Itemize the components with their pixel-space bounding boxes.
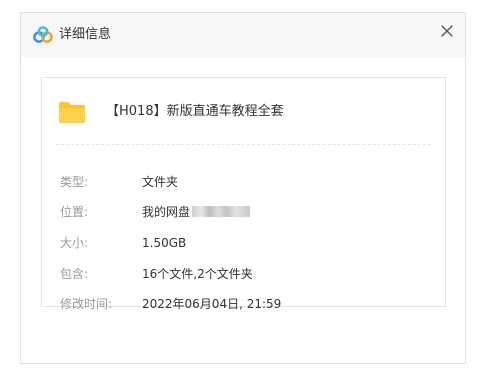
detail-row-contains: 包含: 16个文件,2个文件夹: [60, 264, 435, 284]
location-value: 我的网盘: [142, 202, 251, 222]
title-bar: 详细信息: [21, 13, 465, 57]
dialog-title: 详细信息: [59, 27, 112, 42]
divider: [56, 144, 431, 145]
type-label: 类型:: [60, 175, 89, 189]
redacted-path: [192, 206, 251, 217]
details-dialog: 详细信息 【H018】新版直通车教程全套 类型: 文件夹 位置: 我的网盘 大小…: [20, 12, 466, 364]
contains-label: 包含:: [60, 267, 89, 281]
modified-label: 修改时间:: [60, 297, 113, 311]
detail-row-modified: 修改时间: 2022年06月04日, 21:59: [60, 294, 435, 314]
close-icon[interactable]: [437, 21, 457, 41]
folder-icon: [59, 102, 85, 123]
contains-value: 16个文件,2个文件夹: [142, 267, 253, 281]
file-info-card: 【H018】新版直通车教程全套 类型: 文件夹 位置: 我的网盘 大小: 1.5…: [41, 77, 446, 311]
file-name: 【H018】新版直通车教程全套: [106, 104, 284, 119]
location-text: 我的网盘: [142, 205, 191, 219]
location-label: 位置:: [60, 205, 89, 219]
baidu-netdisk-logo-icon: [33, 26, 53, 43]
size-label: 大小:: [60, 236, 89, 250]
detail-row-type: 类型: 文件夹: [60, 172, 435, 192]
modified-value: 2022年06月04日, 21:59: [142, 297, 282, 311]
detail-row-location: 位置: 我的网盘: [60, 202, 435, 222]
type-value: 文件夹: [142, 175, 179, 189]
detail-row-size: 大小: 1.50GB: [60, 233, 435, 253]
size-value: 1.50GB: [142, 236, 187, 250]
